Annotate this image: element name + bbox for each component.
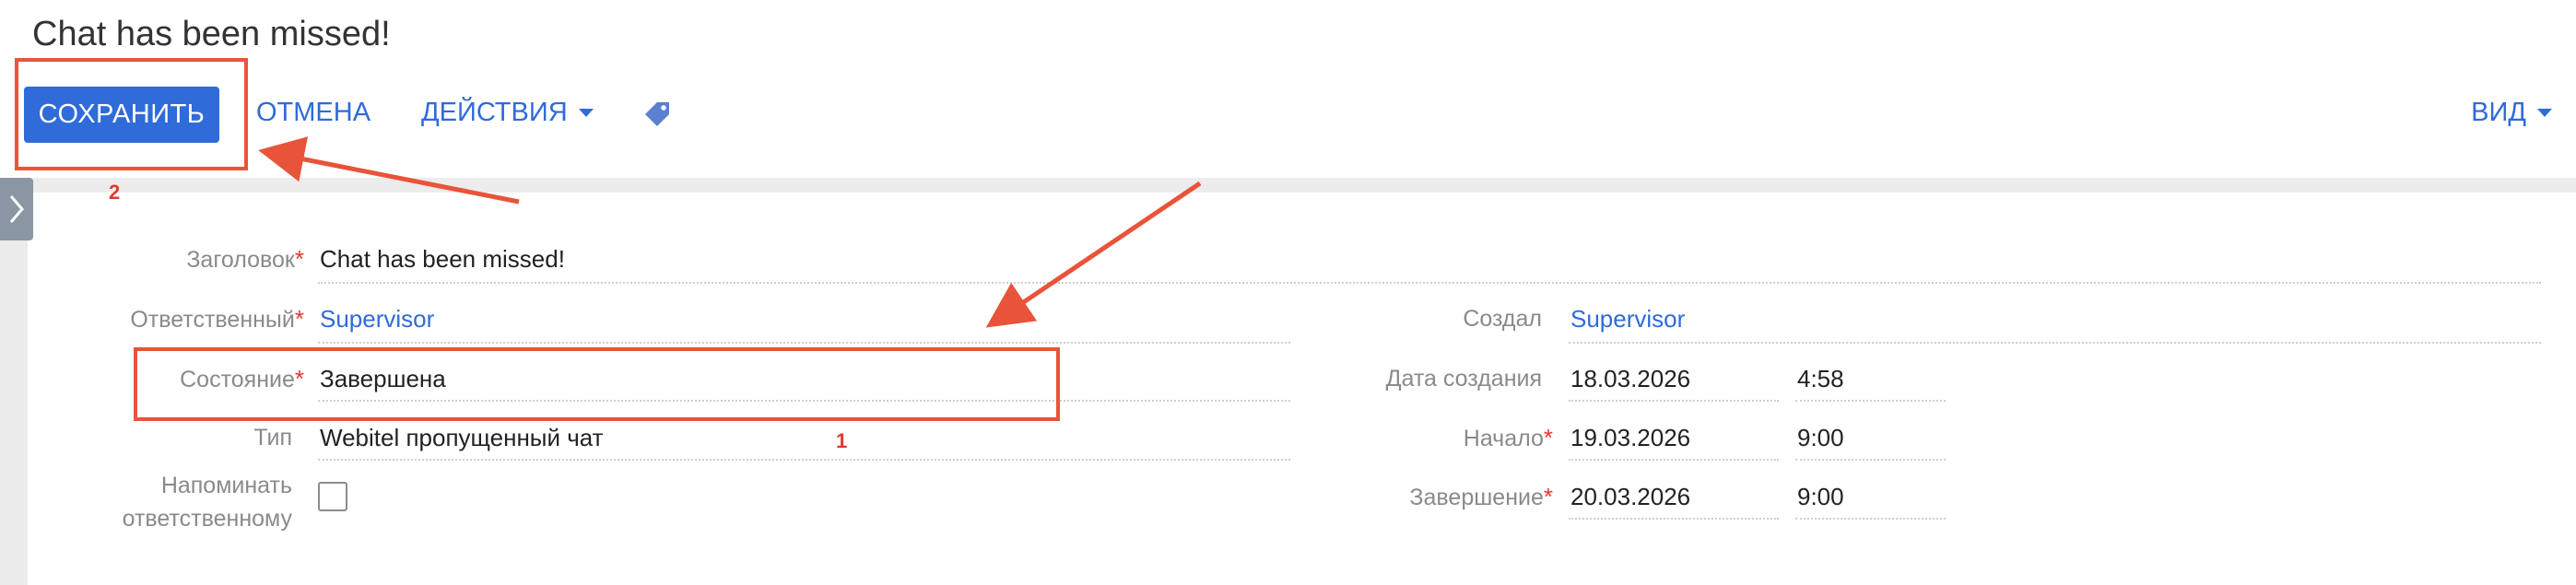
view-dropdown[interactable]: ВИД	[2471, 98, 2552, 128]
actions-label: ДЕЙСТВИЯ	[421, 98, 568, 127]
owner-field-underline	[318, 342, 1290, 344]
created-time-underline	[1795, 400, 1946, 402]
remind-field-label-line2: ответственному	[122, 506, 292, 532]
title-field-input[interactable]: Chat has been missed!	[318, 245, 565, 273]
actions-dropdown[interactable]: ДЕЙСТВИЯ	[421, 98, 594, 128]
end-time-underline	[1795, 518, 1946, 520]
created-date-input[interactable]: 18.03.2026	[1569, 365, 1690, 392]
type-field-label: Тип	[253, 425, 292, 450]
sidebar-toggle[interactable]	[0, 178, 33, 240]
annotation-number-2: 2	[109, 181, 121, 204]
start-time-input[interactable]: 9:00	[1795, 424, 1844, 451]
tag-icon[interactable]	[642, 99, 672, 129]
page-title: Chat has been missed!	[32, 15, 391, 53]
remind-owner-checkbox[interactable]	[318, 482, 347, 511]
view-label: ВИД	[2471, 98, 2526, 127]
start-date-input[interactable]: 19.03.2026	[1569, 424, 1690, 451]
start-date-underline	[1569, 459, 1779, 461]
chevron-down-icon	[578, 109, 594, 117]
annotation-box-save	[15, 58, 248, 170]
annotation-box-state	[134, 347, 1060, 421]
end-date-input[interactable]: 20.03.2026	[1569, 483, 1690, 510]
created-date-underline	[1569, 400, 1779, 402]
end-field-label: Завершение*	[1409, 483, 1553, 510]
owner-field-link[interactable]: Supervisor	[318, 305, 434, 333]
start-time-underline	[1795, 459, 1946, 461]
created-by-underline	[1569, 342, 2541, 344]
end-date-underline	[1569, 518, 1779, 520]
remind-field-label-line1: Напоминать	[160, 473, 292, 498]
annotation-number-1: 1	[836, 429, 848, 452]
owner-field-label: Ответственный*	[130, 305, 304, 333]
type-field-underline	[318, 459, 1290, 461]
created-by-link[interactable]: Supervisor	[1569, 305, 1685, 333]
start-field-label: Начало*	[1463, 424, 1553, 451]
created-time-input[interactable]: 4:58	[1795, 365, 1844, 392]
chevron-right-icon	[9, 195, 24, 223]
created-date-label: Дата создания	[1385, 366, 1542, 392]
chevron-down-icon	[2537, 109, 2552, 117]
cancel-button[interactable]: ОТМЕНА	[256, 98, 371, 128]
created-by-label: Создал	[1463, 306, 1542, 332]
type-field-input[interactable]: Webitel пропущенный чат	[318, 424, 604, 451]
title-field-underline	[318, 282, 2541, 284]
end-time-input[interactable]: 9:00	[1795, 483, 1844, 510]
title-field-label: Заголовок*	[186, 245, 304, 273]
